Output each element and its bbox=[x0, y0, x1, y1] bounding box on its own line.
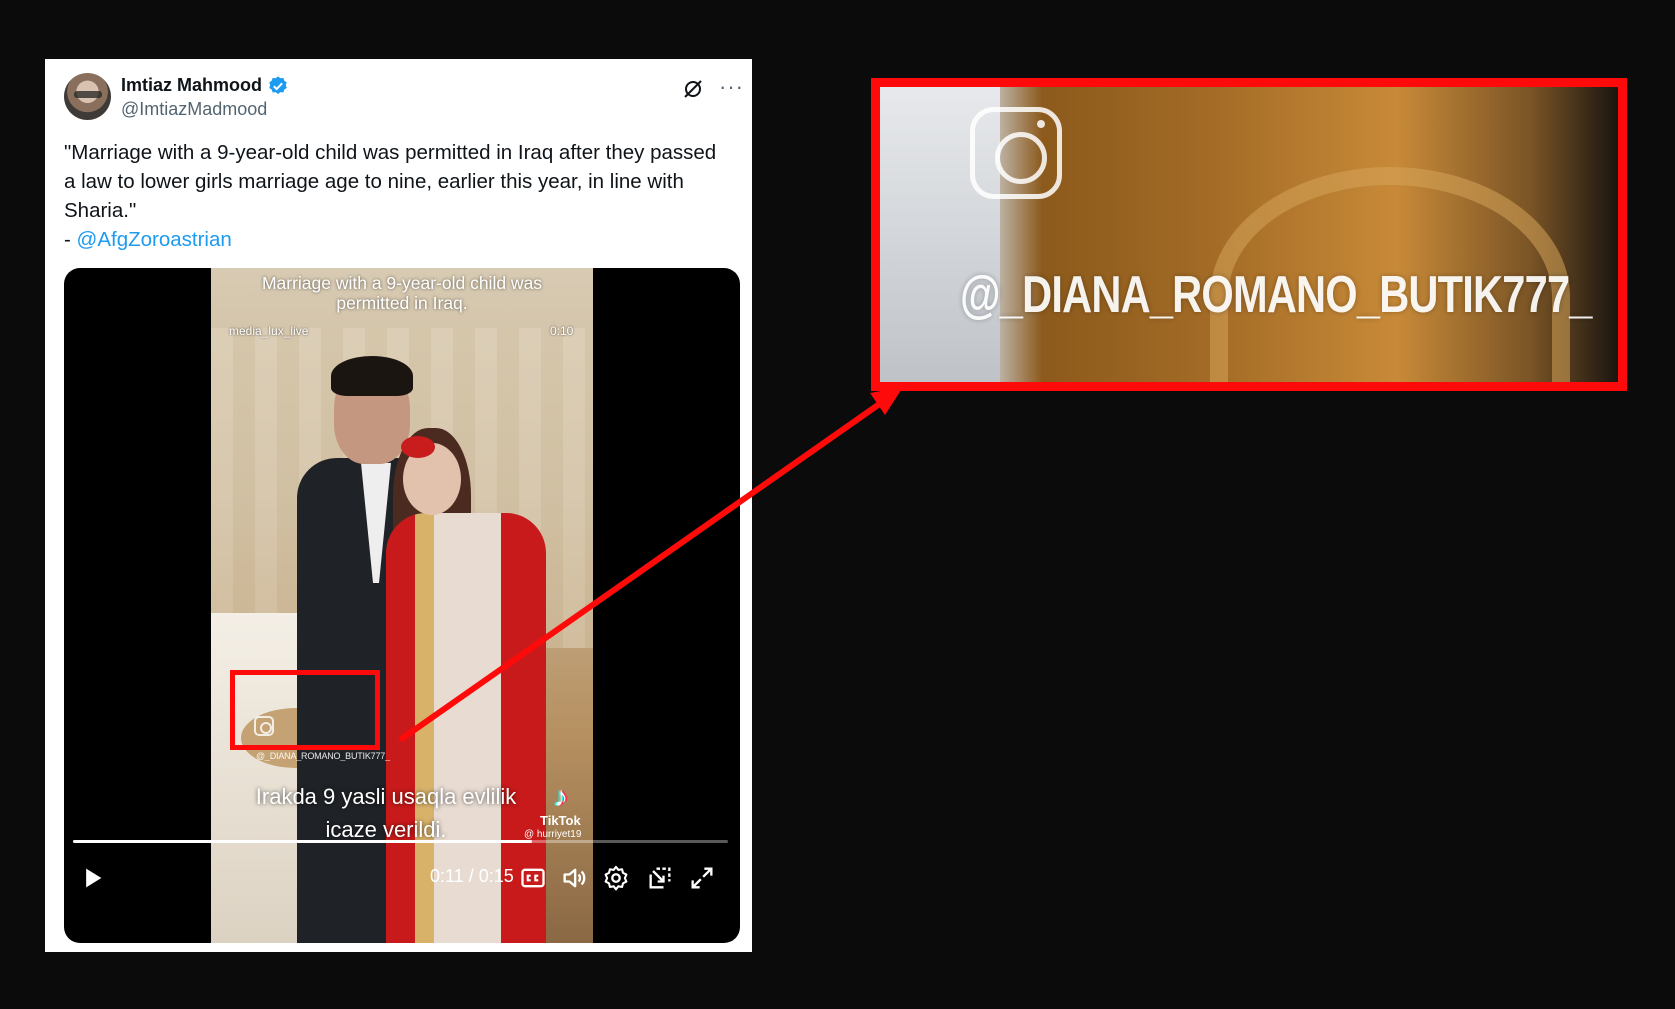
video-player[interactable]: Marriage with a 9-year-old child was per… bbox=[64, 268, 740, 943]
volume-icon[interactable] bbox=[560, 864, 588, 892]
verified-badge-icon bbox=[269, 76, 287, 94]
video-caption: Marriage with a 9-year-old child was per… bbox=[261, 273, 543, 313]
tweet-text-line-1: "Marriage with a 9-year-old child was pe… bbox=[64, 141, 717, 164]
author-handle[interactable]: @ImtiazMadmood bbox=[121, 99, 267, 120]
cc-icon[interactable] bbox=[519, 864, 547, 892]
attribution-prefix: - bbox=[64, 228, 77, 251]
instagram-icon bbox=[970, 107, 1062, 199]
zoomed-watermark-panel: @_DIANA_ROMANO_BUTIK777_ bbox=[871, 78, 1627, 391]
tiktok-username: @ hurriyet19 bbox=[524, 829, 582, 840]
more-icon[interactable]: ··· bbox=[719, 76, 743, 101]
tiktok-label: TikTok bbox=[540, 813, 581, 828]
tweet-text-line-2: a law to lower girls marriage age to nin… bbox=[64, 170, 684, 193]
tweet-attribution: - @AfgZoroastrian bbox=[64, 225, 744, 254]
progress-fill bbox=[73, 840, 532, 843]
tweet-text: "Marriage with a 9-year-old child was pe… bbox=[64, 138, 744, 254]
video-watermark: @_DIANA_ROMANO_BUTIK777_ bbox=[256, 751, 390, 761]
tweet-card: Imtiaz Mahmood @ImtiazMadmood ··· "Marri… bbox=[45, 59, 752, 952]
author-name[interactable]: Imtiaz Mahmood bbox=[121, 75, 262, 96]
popout-icon[interactable] bbox=[646, 864, 674, 892]
highlight-box-small bbox=[230, 670, 380, 750]
video-time-badge: 0:10 bbox=[550, 324, 574, 338]
grok-icon[interactable] bbox=[681, 77, 705, 101]
fullscreen-icon[interactable] bbox=[688, 864, 716, 892]
play-icon[interactable] bbox=[78, 864, 106, 892]
tweet-text-line-3: Sharia." bbox=[64, 199, 137, 222]
video-timer: 0:11 / 0:15 bbox=[430, 866, 514, 886]
tiktok-icon: ♪ bbox=[554, 781, 568, 812]
progress-bar[interactable] bbox=[73, 840, 728, 843]
settings-icon[interactable] bbox=[602, 864, 630, 892]
video-overlay-text: Irakda 9 yasli usaqla evlilik icaze veri… bbox=[255, 784, 517, 842]
video-source-label: media_lux_live bbox=[229, 324, 309, 338]
mention-link[interactable]: @AfgZoroastrian bbox=[77, 228, 232, 251]
zoomed-watermark-text: @_DIANA_ROMANO_BUTIK777_ bbox=[960, 266, 1592, 324]
avatar[interactable] bbox=[64, 73, 111, 120]
